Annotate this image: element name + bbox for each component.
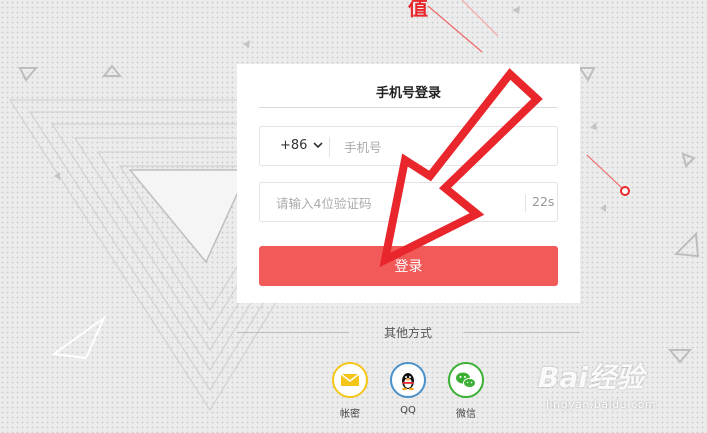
other-methods-label: 其他方式 <box>383 326 432 340</box>
watermark-url: jingyan.baidu.com <box>546 398 657 411</box>
wechat-icon[interactable] <box>448 362 484 398</box>
chevron-down-icon[interactable] <box>312 138 324 152</box>
login-card: 手机号登录 +86 22s 登录 <box>237 64 580 303</box>
divider-line-left <box>237 332 349 333</box>
code-field-row: 22s <box>259 182 558 222</box>
account-password-login[interactable]: 帐密 <box>330 362 370 422</box>
verification-code-input[interactable] <box>276 191 476 215</box>
qq-login[interactable]: QQ <box>388 362 428 422</box>
resend-countdown: 22s <box>532 194 555 209</box>
qq-penguin-icon[interactable] <box>390 362 426 398</box>
wechat-login[interactable]: 微信 <box>446 362 486 422</box>
country-code-select[interactable]: +86 <box>280 138 307 153</box>
field-divider <box>329 137 330 157</box>
watermark-brand: Bai经验 <box>538 361 644 394</box>
title-underline <box>259 107 558 108</box>
social-label: 帐密 <box>340 409 360 420</box>
login-button[interactable]: 登录 <box>259 246 558 286</box>
mail-icon[interactable] <box>332 362 368 398</box>
baidu-jingyan-watermark: Bai经验 jingyan.baidu.com <box>538 350 698 420</box>
social-label: QQ <box>400 405 416 416</box>
partial-glyph: 值 <box>408 0 428 20</box>
phone-input[interactable] <box>344 135 544 159</box>
phone-field-row: +86 <box>259 126 558 166</box>
field-divider <box>525 194 526 212</box>
divider-line-right <box>464 332 580 333</box>
login-title[interactable]: 手机号登录 <box>237 82 580 101</box>
social-label: 微信 <box>456 409 476 420</box>
